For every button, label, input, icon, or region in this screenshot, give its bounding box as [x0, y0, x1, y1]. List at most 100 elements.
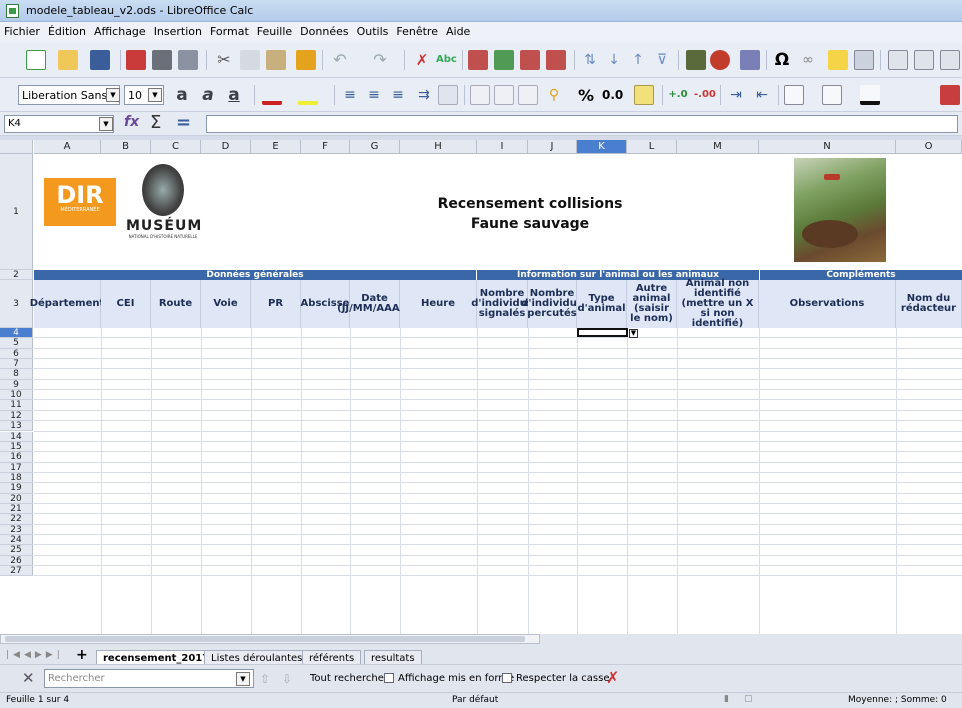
spellcheck-icon[interactable]: Abc	[436, 50, 457, 70]
delete-decimal-icon[interactable]: -.00	[694, 85, 716, 105]
sort-ascending-icon[interactable]: ↓	[604, 50, 624, 70]
find-input[interactable]: Rechercher	[44, 669, 254, 688]
cut-icon[interactable]: ✂	[214, 50, 234, 70]
column-header[interactable]: L	[627, 140, 677, 154]
add-sheet-icon[interactable]: +	[76, 647, 88, 663]
column-header[interactable]: A	[34, 140, 101, 154]
print-icon[interactable]	[152, 50, 172, 70]
open-folder-icon[interactable]	[58, 50, 78, 70]
font-name-box[interactable]: Liberation Sans	[18, 85, 120, 105]
row-header[interactable]: 14	[0, 431, 33, 442]
row-header[interactable]: 13	[0, 421, 33, 432]
sort-descending-icon[interactable]: ↑	[628, 50, 648, 70]
decrease-indent-icon[interactable]: ⇤	[752, 85, 772, 105]
hyperlink-icon[interactable]: ∞	[798, 50, 818, 70]
menu-edition[interactable]: Édition	[44, 22, 90, 38]
row-header[interactable]: 12	[0, 410, 33, 422]
active-cell-k4[interactable]	[577, 328, 628, 337]
menu-fenetre[interactable]: Fenêtre	[392, 22, 442, 38]
bold-icon[interactable]: a	[172, 85, 192, 105]
redo-icon[interactable]: ↷	[370, 50, 390, 70]
function-wizard-icon[interactable]: fx	[124, 114, 139, 130]
close-find-icon[interactable]: ✕	[22, 669, 35, 687]
row-header[interactable]: 8	[0, 369, 33, 380]
column-header[interactable]: I	[477, 140, 528, 154]
save-icon[interactable]	[90, 50, 110, 70]
row-header[interactable]: 10	[0, 390, 33, 401]
row-header[interactable]: 3	[0, 280, 33, 328]
clone-formatting-icon[interactable]	[296, 50, 316, 70]
formula-input[interactable]	[206, 115, 958, 133]
export-pdf-icon[interactable]	[126, 50, 146, 70]
insert-chart-icon[interactable]	[710, 50, 730, 70]
row-header[interactable]: 2	[0, 270, 33, 280]
horizontal-scrollbar[interactable]	[0, 634, 540, 644]
chevron-down-icon[interactable]: ▼	[106, 88, 120, 102]
menu-outils[interactable]: Outils	[353, 22, 393, 38]
column-header[interactable]: K	[577, 140, 627, 154]
define-print-area-icon[interactable]	[940, 50, 960, 70]
column-header[interactable]: G	[350, 140, 400, 154]
align-center-icon[interactable]: ≡	[364, 85, 384, 105]
column-header[interactable]: N	[759, 140, 896, 154]
comment-icon[interactable]	[828, 50, 848, 70]
row-header[interactable]: 18	[0, 472, 33, 484]
currency-format-icon[interactable]: ⚲	[544, 85, 564, 105]
row-header[interactable]: 22	[0, 514, 33, 525]
wrap-text-icon[interactable]: ⇉	[414, 85, 434, 105]
paste-icon[interactable]	[266, 50, 286, 70]
row-header[interactable]: 16	[0, 452, 33, 463]
row-header[interactable]: 9	[0, 379, 33, 391]
delete-column-icon[interactable]	[546, 50, 566, 70]
row-header[interactable]: 19	[0, 483, 33, 494]
row-header[interactable]: 7	[0, 359, 33, 370]
find-previous-icon[interactable]: ⇧	[260, 672, 270, 686]
sort-icon[interactable]: ⇅	[580, 50, 600, 70]
menu-aide[interactable]: Aide	[442, 22, 474, 38]
row-header[interactable]: 15	[0, 441, 33, 453]
italic-icon[interactable]: a	[198, 85, 218, 105]
row-header[interactable]: 5	[0, 338, 33, 349]
align-left-icon[interactable]: ≡	[340, 85, 360, 105]
border-style-icon[interactable]	[822, 85, 842, 105]
menu-format[interactable]: Format	[206, 22, 253, 38]
row-header[interactable]: 1	[0, 154, 33, 270]
borders-icon[interactable]	[784, 85, 804, 105]
header-footer-icon[interactable]	[854, 50, 874, 70]
new-document-icon[interactable]	[26, 50, 46, 70]
column-header[interactable]: D	[201, 140, 251, 154]
column-header[interactable]: M	[677, 140, 759, 154]
row-header[interactable]: 23	[0, 524, 33, 535]
pivot-table-icon[interactable]	[740, 50, 760, 70]
row-header[interactable]: 11	[0, 400, 33, 411]
row-header[interactable]: 6	[0, 348, 33, 360]
chevron-down-icon[interactable]: ▼	[148, 88, 162, 102]
border-color-icon[interactable]	[860, 85, 880, 105]
print-preview-icon[interactable]	[178, 50, 198, 70]
insert-row-icon[interactable]	[468, 50, 488, 70]
chevron-down-icon[interactable]: ▼	[99, 117, 113, 131]
align-right-icon[interactable]: ≡	[388, 85, 408, 105]
merge-cells-icon[interactable]	[438, 85, 458, 105]
special-character-icon[interactable]: Ω	[772, 50, 792, 70]
formula-icon[interactable]: =	[176, 112, 191, 133]
conditional-format-icon[interactable]	[940, 85, 960, 105]
scrollbar-thumb[interactable]	[5, 636, 525, 642]
chevron-down-icon[interactable]: ▼	[236, 672, 250, 686]
undo-icon[interactable]: ↶	[330, 50, 350, 70]
column-header[interactable]: B	[101, 140, 151, 154]
formatted-display-checkbox[interactable]	[384, 673, 394, 683]
cell-dropdown-icon[interactable]: ▼	[629, 329, 638, 338]
column-header[interactable]: J	[528, 140, 577, 154]
menu-insertion[interactable]: Insertion	[150, 22, 206, 38]
copy-icon[interactable]	[240, 50, 260, 70]
align-bottom-icon[interactable]	[518, 85, 538, 105]
align-middle-icon[interactable]	[494, 85, 514, 105]
column-header[interactable]: F	[301, 140, 350, 154]
column-header[interactable]: O	[896, 140, 962, 154]
select-all-corner[interactable]	[0, 140, 33, 154]
menu-fichier[interactable]: Fichier	[0, 22, 44, 38]
menu-feuille[interactable]: Feuille	[253, 22, 296, 38]
number-format-button[interactable]: 0.0	[602, 88, 623, 102]
insert-column-icon[interactable]	[494, 50, 514, 70]
